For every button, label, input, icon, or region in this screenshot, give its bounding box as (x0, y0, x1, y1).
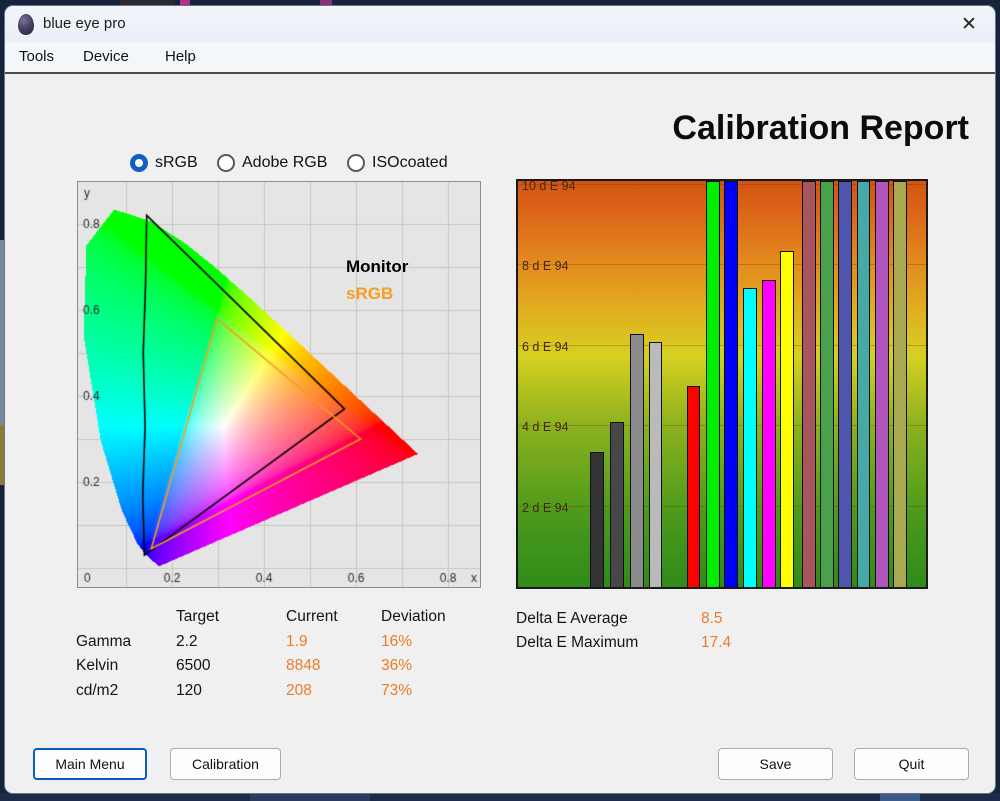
table-cell-gamma-deviation: 16% (381, 633, 471, 658)
delta-e-bar (724, 181, 738, 587)
main-menu-button[interactable]: Main Menu (33, 748, 147, 780)
delta-e-bar (687, 386, 701, 587)
menu-item-device[interactable]: Device (79, 46, 133, 67)
delta-e-bar (590, 452, 604, 587)
delta-e-bar (706, 181, 720, 587)
radio-option-adobe-rgb[interactable]: Adobe RGB (217, 154, 327, 172)
radio-option-srgb[interactable]: sRGB (130, 154, 198, 172)
y-axis-tick-label: 6 d E 94 (522, 340, 569, 354)
window-title: blue eye pro (43, 15, 126, 32)
delta-e-bar (838, 181, 852, 587)
save-button[interactable]: Save (718, 748, 833, 780)
app-window: blue eye pro ✕ Tools Device Help sRGB Adobe… (4, 5, 996, 794)
close-button[interactable]: ✕ (951, 9, 987, 39)
delta-e-bar (857, 181, 871, 587)
delta-e-bar (762, 280, 776, 588)
calibration-button[interactable]: Calibration (170, 748, 281, 780)
y-axis-tick-label: 8 d E 94 (522, 259, 569, 273)
quit-button[interactable]: Quit (854, 748, 969, 780)
table-cell-gamma-current: 1.9 (286, 633, 381, 658)
table-cell-cdm2-target: 120 (176, 682, 286, 707)
delta-e-bar (649, 342, 663, 587)
table-cell-gamma-target: 2.2 (176, 633, 286, 658)
taskbar-item (250, 794, 370, 801)
cie-chromaticity-chart: Monitor sRGB (77, 181, 481, 588)
delta-e-bar (893, 181, 907, 587)
table-cell-kelvin-label: Kelvin (76, 657, 176, 682)
delta-e-average-label: Delta E Average (516, 610, 701, 634)
menubar: Tools Device Help (5, 42, 995, 72)
taskbar-item (880, 794, 920, 801)
y-axis-tick-label: 2 d E 94 (522, 501, 569, 515)
delta-e-bar (780, 251, 794, 587)
gamut-label-monitor: Monitor (346, 257, 408, 277)
delta-e-bar (630, 334, 644, 587)
radio-unselected-icon[interactable] (217, 154, 235, 172)
close-icon: ✕ (961, 13, 977, 36)
table-header-deviation: Deviation (381, 608, 471, 633)
delta-e-bar-chart: 2 d E 94 4 d E 94 6 d E 94 8 d E 94 10 d E 9… (516, 179, 928, 589)
radio-label: ISOcoated (372, 154, 448, 172)
radio-selected-icon[interactable] (130, 154, 148, 172)
table-cell-kelvin-target: 6500 (176, 657, 286, 682)
table-cell-kelvin-deviation: 36% (381, 657, 471, 682)
radio-unselected-icon[interactable] (347, 154, 365, 172)
table-cell-cdm2-label: cd/m2 (76, 682, 176, 707)
delta-e-average-value: 8.5 (701, 610, 731, 634)
delta-e-bar (610, 422, 624, 587)
y-axis-tick-label: 10 d E 94 (522, 179, 576, 193)
delta-e-bar (743, 288, 757, 587)
table-cell-cdm2-deviation: 73% (381, 682, 471, 707)
delta-e-summary: Delta E Average 8.5 Delta E Maximum 17.4 (516, 610, 731, 658)
taskbar-strip (0, 793, 1000, 801)
app-icon (18, 14, 34, 35)
delta-e-bar (875, 181, 889, 587)
page-title: Calibration Report (672, 109, 969, 148)
y-axis-tick-label: 4 d E 94 (522, 420, 569, 434)
report-panel: sRGB Adobe RGB ISOcoated Calibration Repor… (5, 74, 995, 794)
delta-e-maximum-value: 17.4 (701, 634, 731, 658)
table-header-target: Target (176, 608, 286, 633)
delta-e-bar (820, 181, 834, 587)
table-header-current: Current (286, 608, 381, 633)
cie-diagram-canvas (78, 182, 480, 587)
measurement-table: Target Current Deviation Gamma2.21.916% K… (76, 608, 471, 706)
menu-item-help[interactable]: Help (161, 46, 200, 67)
delta-e-bar (802, 181, 816, 587)
table-cell-kelvin-current: 8848 (286, 657, 381, 682)
radio-option-isocoated[interactable]: ISOcoated (347, 154, 448, 172)
table-corner-cell (76, 608, 176, 633)
radio-label: Adobe RGB (242, 154, 327, 172)
menu-item-tools[interactable]: Tools (15, 46, 58, 67)
gamut-label-srgb: sRGB (346, 284, 393, 304)
titlebar[interactable]: blue eye pro ✕ (5, 6, 995, 42)
delta-e-maximum-label: Delta E Maximum (516, 634, 701, 658)
radio-label: sRGB (155, 154, 198, 172)
table-cell-gamma-label: Gamma (76, 633, 176, 658)
table-cell-cdm2-current: 208 (286, 682, 381, 707)
